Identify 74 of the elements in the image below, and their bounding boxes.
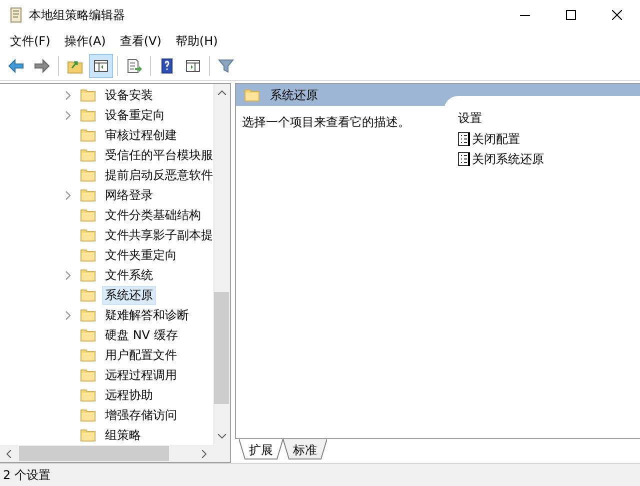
- scroll-up-icon[interactable]: [218, 90, 226, 95]
- tree-pane-icon: [93, 58, 109, 74]
- folder-icon: [80, 348, 96, 362]
- vertical-scrollbar[interactable]: [213, 84, 230, 445]
- export-list-icon: [126, 58, 142, 74]
- tree-item[interactable]: 文件共享影子副本提: [102, 226, 213, 244]
- scroll-down-icon[interactable]: [218, 434, 226, 439]
- expand-chevron-icon[interactable]: [65, 270, 71, 280]
- horizontal-scrollbar[interactable]: [0, 445, 230, 462]
- tree-item[interactable]: 文件分类基础结构: [102, 206, 204, 224]
- expand-chevron-icon[interactable]: [65, 190, 71, 200]
- action-pane-icon: [185, 58, 201, 74]
- column-heading: 设置: [458, 110, 483, 127]
- tree-item[interactable]: 文件系统: [102, 266, 156, 284]
- folder-icon: [80, 288, 96, 302]
- folder-icon: [80, 368, 96, 382]
- folder-icon: [80, 208, 96, 222]
- folder-icon: [244, 88, 260, 102]
- close-icon: [612, 10, 622, 20]
- help-book-icon: [159, 58, 175, 74]
- tree-item[interactable]: 增强存储访问: [102, 406, 180, 424]
- window-title: 本地组策略编辑器: [29, 6, 126, 24]
- view-tab[interactable]: 扩展: [239, 439, 283, 460]
- tree-item[interactable]: 组策略: [102, 426, 144, 444]
- setting-item[interactable]: 关闭配置: [472, 131, 520, 147]
- scroll-right-icon[interactable]: [202, 450, 207, 458]
- scroll-left-icon[interactable]: [6, 450, 11, 458]
- folder-icon: [80, 168, 96, 182]
- folder-icon: [80, 248, 96, 262]
- expand-chevron-icon[interactable]: [65, 90, 71, 100]
- tree-item[interactable]: 系统还原: [102, 286, 156, 304]
- tree-pane-button[interactable]: [89, 54, 113, 78]
- tree-item[interactable]: 设备重定向: [102, 106, 168, 124]
- tree-item[interactable]: 远程协助: [102, 386, 156, 404]
- tree-item[interactable]: 疑难解答和诊断: [102, 306, 192, 324]
- folder-icon: [80, 128, 96, 142]
- tree-item[interactable]: 文件夹重定向: [102, 246, 180, 264]
- menu-item[interactable]: 文件(F): [3, 31, 58, 51]
- expand-chevron-icon[interactable]: [65, 310, 71, 320]
- forward-arrow-icon: [34, 58, 50, 74]
- policy-setting-icon: [458, 132, 470, 146]
- app-icon: [9, 7, 23, 23]
- folder-icon: [80, 228, 96, 242]
- description-text: 选择一个项目来查看它的描述。: [241, 114, 411, 131]
- back-arrow-icon: [8, 58, 24, 74]
- menu-item[interactable]: 操作(A): [57, 31, 113, 51]
- tree-item[interactable]: 受信任的平台模块服: [102, 146, 213, 164]
- expand-chevron-icon[interactable]: [65, 110, 71, 120]
- folder-icon: [80, 188, 96, 202]
- view-tab[interactable]: 标准: [283, 439, 327, 460]
- folder-icon: [80, 428, 96, 442]
- folder-icon: [80, 308, 96, 322]
- setting-item[interactable]: 关闭系统还原: [472, 151, 544, 167]
- policy-setting-icon: [458, 152, 470, 166]
- status-text: 2 个设置: [3, 466, 50, 484]
- folder-icon: [80, 388, 96, 402]
- maximize-icon: [566, 10, 576, 20]
- folder-up-icon: [67, 58, 83, 74]
- folder-icon: [80, 108, 96, 122]
- folder-icon: [80, 328, 96, 342]
- filter-icon: [218, 58, 234, 74]
- menu-item[interactable]: 查看(V): [112, 31, 168, 51]
- tree-item[interactable]: 提前启动反恶意软件: [102, 166, 213, 184]
- tree-item[interactable]: 用户配置文件: [102, 346, 180, 364]
- folder-icon: [80, 148, 96, 162]
- tree-item[interactable]: 设备安装: [102, 86, 156, 104]
- tree-item[interactable]: 硬盘 NV 缓存: [102, 326, 181, 344]
- tree-item[interactable]: 审核过程创建: [102, 126, 180, 144]
- folder-icon: [80, 88, 96, 102]
- menu-item[interactable]: 帮助(H): [168, 31, 225, 51]
- tree-item[interactable]: 网络登录: [102, 186, 156, 204]
- tree-item[interactable]: 远程过程调用: [102, 366, 180, 384]
- folder-icon: [80, 408, 96, 422]
- folder-icon: [80, 268, 96, 282]
